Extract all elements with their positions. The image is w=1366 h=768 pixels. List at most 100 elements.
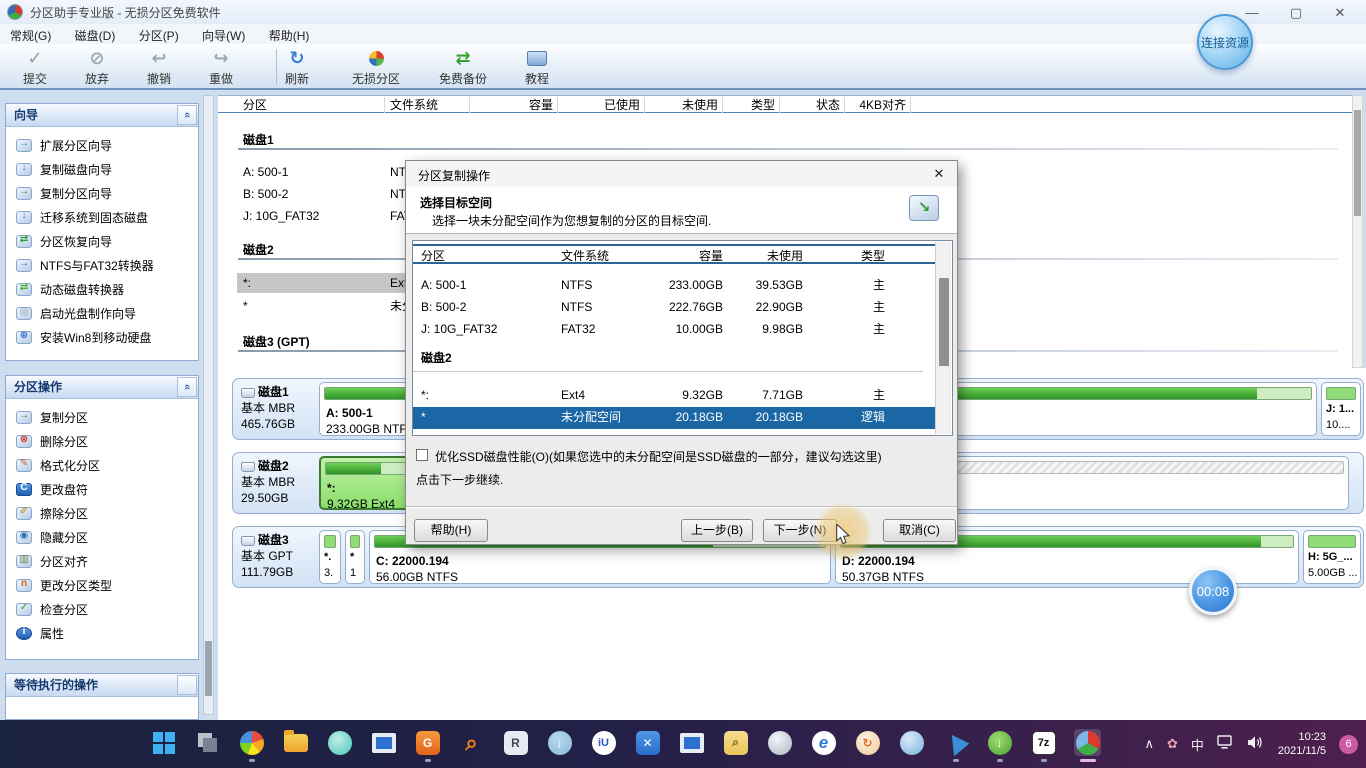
- disk3-info[interactable]: 磁盘3 基本 GPT 111.79GB: [241, 532, 319, 580]
- sidebar-item-partition-recovery[interactable]: 分区恢复向导: [6, 229, 198, 253]
- g-app-icon[interactable]: G: [414, 729, 441, 762]
- sidebar-item-ntfs-fat32-converter[interactable]: NTFS与FAT32转换器: [6, 253, 198, 277]
- dialog-title-bar[interactable]: 分区复制操作 ✕: [406, 161, 957, 187]
- doc-search-icon[interactable]: ⌕: [722, 729, 749, 756]
- list-row-ext4[interactable]: *: Ext4 9.32GB 7.71GB 主: [413, 385, 935, 407]
- col-partition[interactable]: 分区: [218, 97, 385, 113]
- free-backup-button[interactable]: ⇄ 免费备份: [424, 47, 502, 87]
- sidebar-item-format-partition[interactable]: 格式化分区: [6, 453, 198, 477]
- monitor-app2-icon[interactable]: [678, 729, 705, 756]
- table-row[interactable]: *: [243, 297, 383, 315]
- submit-button[interactable]: ✓ 提交: [4, 47, 66, 87]
- sidebar-item-boot-cd-wizard[interactable]: 启动光盘制作向导: [6, 301, 198, 325]
- col-type[interactable]: 类型: [808, 246, 885, 266]
- col-filesystem[interactable]: 文件系统: [561, 246, 661, 266]
- col-status[interactable]: 状态: [780, 97, 845, 113]
- partition-block-small1[interactable]: *. 3.: [319, 530, 341, 584]
- mic-app-icon[interactable]: ↓: [546, 729, 573, 756]
- collapse-icon[interactable]: «: [177, 377, 197, 397]
- monitor-app-icon[interactable]: [370, 729, 397, 756]
- browser-pinwheel-icon[interactable]: [238, 729, 265, 762]
- list-row-a[interactable]: A: 500-1 NTFS 233.00GB 39.53GB 主: [413, 275, 935, 297]
- sidebar-item-change-letter[interactable]: 更改盘符: [6, 477, 198, 501]
- flower-app-icon[interactable]: [326, 729, 353, 756]
- file-explorer-icon[interactable]: [282, 729, 309, 756]
- volume-icon[interactable]: [1247, 735, 1265, 753]
- dialog-close-button[interactable]: ✕: [927, 163, 951, 185]
- refresh-button[interactable]: ↻ 刷新: [266, 47, 328, 87]
- col-filesystem[interactable]: 文件系统: [385, 97, 470, 113]
- col-capacity[interactable]: 容量: [470, 97, 558, 113]
- col-partition[interactable]: 分区: [421, 246, 551, 266]
- col-type[interactable]: 类型: [723, 97, 780, 113]
- col-unused[interactable]: 未使用: [645, 97, 723, 113]
- network-icon[interactable]: [1217, 735, 1234, 753]
- disk2-info[interactable]: 磁盘2 基本 MBR 29.50GB: [241, 458, 319, 506]
- ssd-optimize-checkbox[interactable]: [416, 449, 428, 461]
- table-row[interactable]: A: 500-1: [243, 163, 383, 181]
- table-row[interactable]: J: 10G_FAT32: [243, 207, 383, 225]
- sidebar-item-hide-partition[interactable]: 隐藏分区: [6, 525, 198, 549]
- start-button[interactable]: [150, 729, 177, 756]
- dialog-scrollbar-thumb[interactable]: [939, 278, 949, 366]
- sidebar-item-copy-partition[interactable]: 复制分区: [6, 405, 198, 429]
- partition-block-j[interactable]: J: 1... 10....: [1321, 382, 1361, 436]
- collapse-icon[interactable]: «: [177, 105, 197, 125]
- r-app-icon[interactable]: R: [502, 729, 529, 756]
- sidebar-scrollbar[interactable]: [203, 95, 214, 715]
- task-view-icon[interactable]: [194, 729, 221, 756]
- discard-button[interactable]: ⊘ 放弃: [66, 47, 128, 87]
- dialog-scrollbar[interactable]: [935, 242, 951, 434]
- col-4k-align[interactable]: 4KB对齐: [845, 97, 911, 113]
- ie-icon[interactable]: e: [810, 729, 837, 756]
- sidebar-item-change-type[interactable]: 更改分区类型: [6, 573, 198, 597]
- globe-blue-icon[interactable]: [898, 729, 925, 756]
- col-capacity[interactable]: 容量: [658, 246, 723, 266]
- disk1-info[interactable]: 磁盘1 基本 MBR 465.76GB: [241, 384, 319, 432]
- ime-indicator[interactable]: 中: [1191, 735, 1204, 754]
- idm-icon[interactable]: ↓: [986, 729, 1013, 762]
- sevenzip-icon[interactable]: 7z: [1030, 729, 1057, 762]
- help-button[interactable]: 帮助(H): [414, 519, 488, 542]
- tray-clock[interactable]: 10:23 2021/11/5: [1278, 730, 1326, 758]
- collapse-icon[interactable]: [177, 675, 197, 695]
- sidebar-item-check-partition[interactable]: 检查分区: [6, 597, 198, 621]
- table-scrollbar-thumb[interactable]: [1354, 110, 1361, 216]
- sidebar-item-wipe-partition[interactable]: 擦除分区: [6, 501, 198, 525]
- table-row-selected[interactable]: *:: [243, 274, 383, 292]
- globe-gray-icon[interactable]: [766, 729, 793, 756]
- search-icon[interactable]: ⌕: [458, 729, 485, 756]
- sidebar-item-win8-to-usb[interactable]: 安装Win8到移动硬盘: [6, 325, 198, 349]
- sidebar-item-extend-wizard[interactable]: 扩展分区向导: [6, 133, 198, 157]
- tray-expand-chevron[interactable]: ∧: [1144, 736, 1154, 752]
- sidebar-item-migrate-ssd[interactable]: 迁移系统到固态磁盘: [6, 205, 198, 229]
- close-button[interactable]: ✕: [1318, 0, 1362, 26]
- tools-app-icon[interactable]: ✕: [634, 729, 661, 756]
- sidebar-item-align-partition[interactable]: 分区对齐: [6, 549, 198, 573]
- col-used[interactable]: 已使用: [558, 97, 645, 113]
- sidebar-item-properties[interactable]: 属性: [6, 621, 198, 645]
- tray-flower-icon[interactable]: ✿: [1167, 736, 1178, 752]
- list-row-b[interactable]: B: 500-2 NTFS 222.76GB 22.90GB 主: [413, 297, 935, 319]
- sidebar-item-dynamic-disk-converter[interactable]: 动态磁盘转换器: [6, 277, 198, 301]
- sidebar-item-delete-partition[interactable]: 删除分区: [6, 429, 198, 453]
- orange-swirl-icon[interactable]: ↻: [854, 729, 881, 756]
- maximize-button[interactable]: ▢: [1274, 0, 1318, 26]
- back-button[interactable]: 上一步(B): [681, 519, 753, 542]
- redo-button[interactable]: ↪ 重做: [190, 47, 252, 87]
- list-row-j[interactable]: J: 10G_FAT32 FAT32 10.00GB 9.98GB 主: [413, 319, 935, 341]
- list-row-unallocated-selected[interactable]: * 未分配空间 20.18GB 20.18GB 逻辑: [413, 407, 935, 429]
- lossless-partition-button[interactable]: 无损分区: [340, 47, 412, 87]
- sidebar-item-copy-partition-wizard[interactable]: 复制分区向导: [6, 181, 198, 205]
- partition-assistant-taskbar-icon[interactable]: [1074, 729, 1101, 762]
- connect-resources-button[interactable]: 连接资源: [1197, 14, 1253, 70]
- col-unused[interactable]: 未使用: [723, 246, 803, 266]
- undo-button[interactable]: ↩ 撤销: [128, 47, 190, 87]
- iu-app-icon[interactable]: iU: [590, 729, 617, 756]
- partition-block-h[interactable]: H: 5G_... 5.00GB ...: [1303, 530, 1361, 584]
- notification-badge[interactable]: 6: [1339, 734, 1358, 754]
- table-row[interactable]: B: 500-2: [243, 185, 383, 203]
- bird-app-icon[interactable]: [942, 729, 969, 762]
- cancel-button[interactable]: 取消(C): [883, 519, 956, 542]
- tutorial-button[interactable]: 教程: [506, 47, 568, 87]
